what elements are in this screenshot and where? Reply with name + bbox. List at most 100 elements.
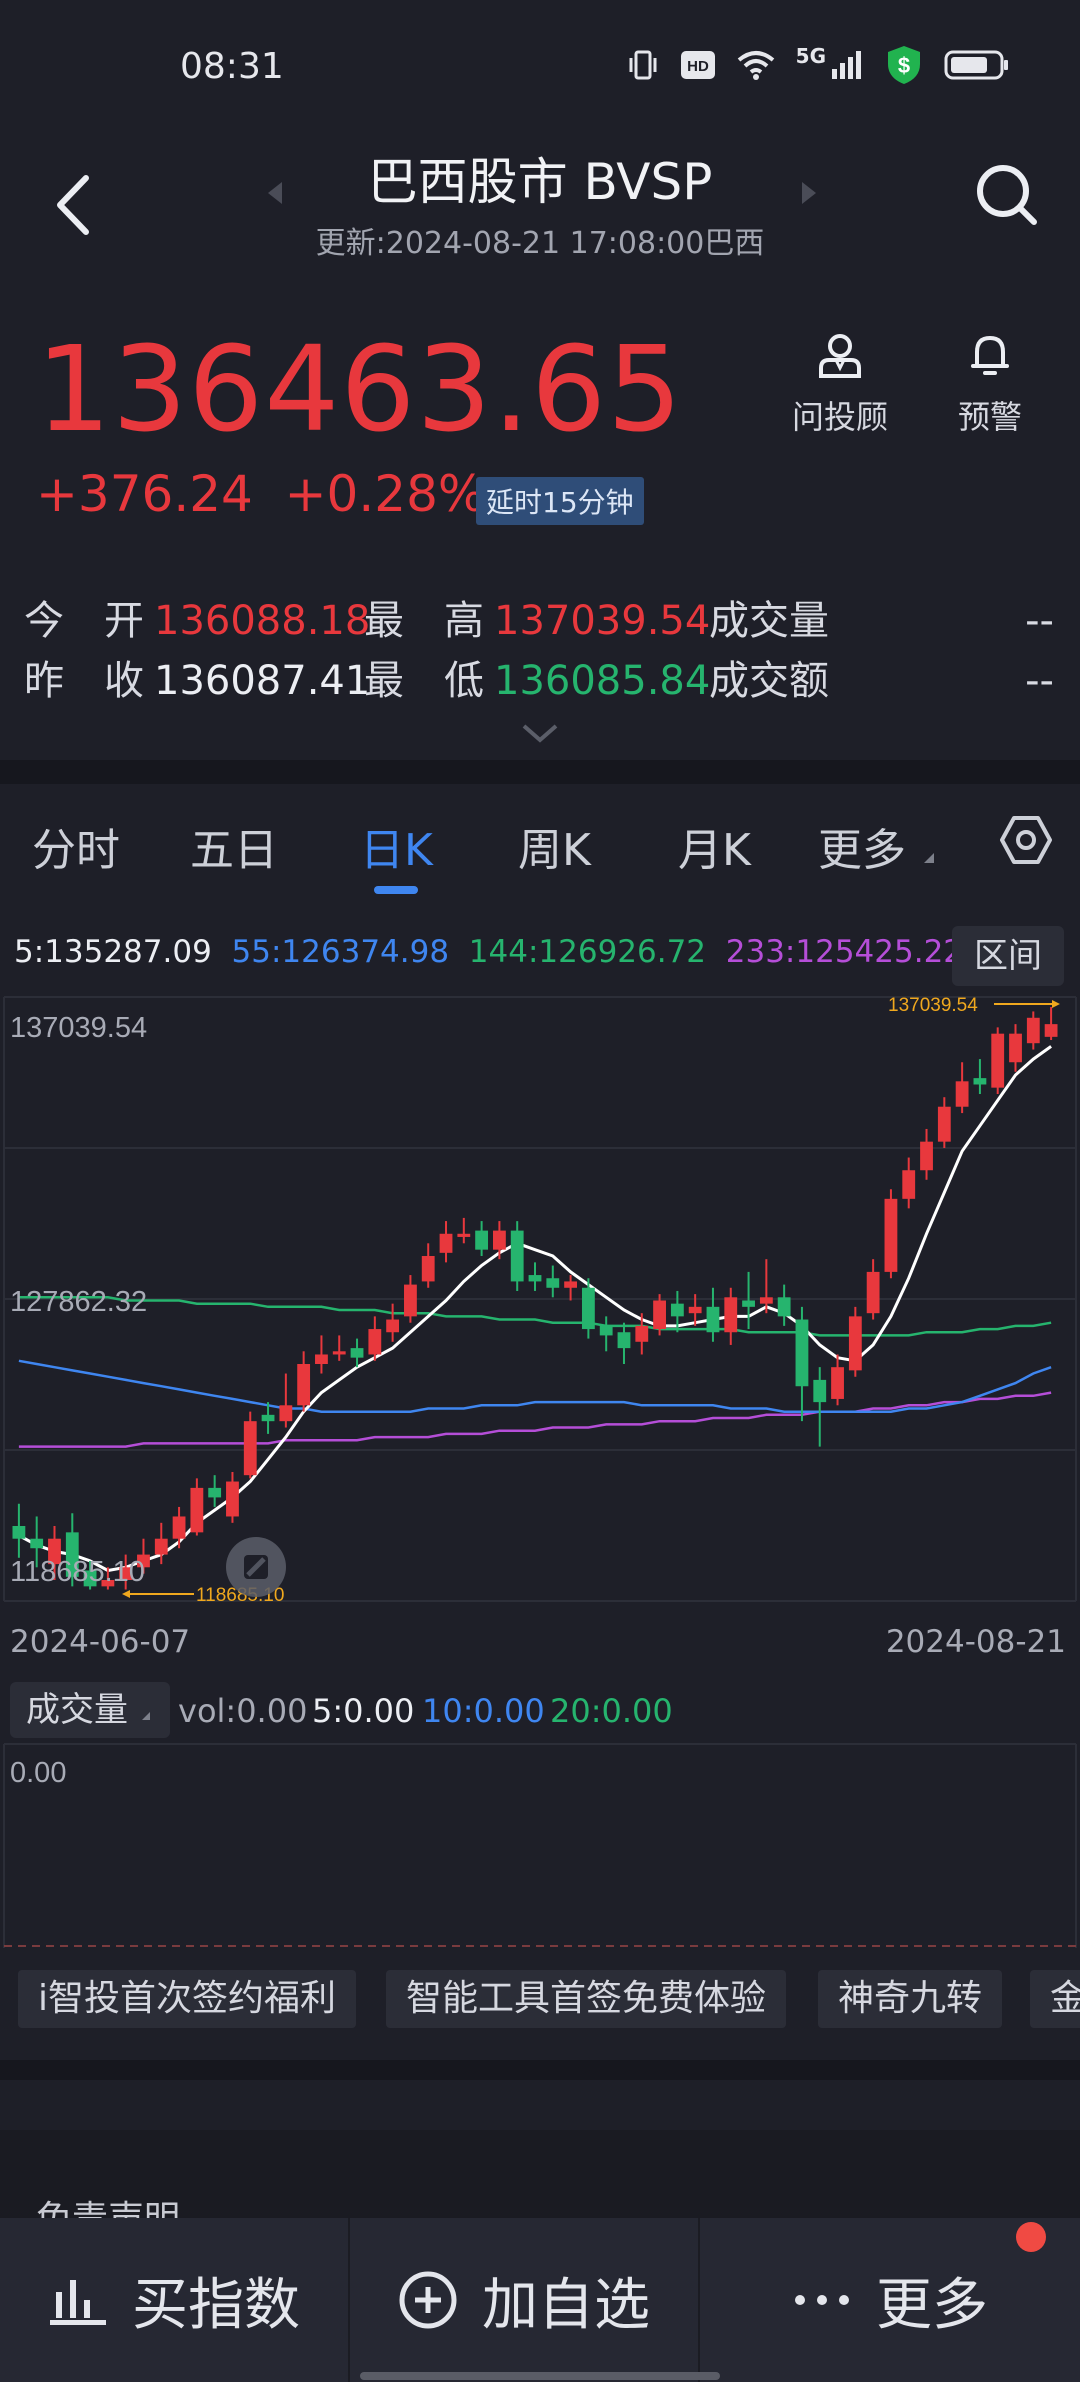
tab-daily-k[interactable]: 日K bbox=[360, 814, 433, 878]
next-index-button[interactable] bbox=[800, 180, 818, 210]
volume-legend: 成交量 vol:0.00 5:0.00 10:0.00 20:0.00 bbox=[0, 1680, 1080, 1740]
status-bar: 08:31 HD 5G $ bbox=[0, 0, 1080, 130]
candle-up bbox=[368, 1329, 382, 1355]
volume-indicator-selector[interactable]: 成交量 bbox=[10, 1682, 170, 1738]
advisor-button[interactable]: 问投顾 bbox=[780, 330, 900, 438]
hd-icon: HD bbox=[680, 51, 715, 79]
vol-value: vol:0.00 bbox=[178, 1692, 308, 1730]
candle-up bbox=[866, 1271, 880, 1314]
small-triangle-icon bbox=[924, 853, 934, 863]
small-triangle-icon bbox=[141, 1712, 150, 1720]
ma55-value: 55:126374.98 bbox=[231, 934, 450, 970]
ma5-value: 5:135287.09 bbox=[14, 934, 212, 970]
wifi-icon bbox=[737, 51, 774, 80]
candle-down bbox=[546, 1278, 560, 1288]
promo-chip-more[interactable]: 金 bbox=[1030, 1970, 1080, 2028]
tab-more[interactable]: 更多 bbox=[818, 814, 936, 878]
prev-close-label: 昨 收 bbox=[24, 658, 144, 704]
candle-up bbox=[243, 1421, 257, 1476]
buy-index-label: 买指数 bbox=[132, 2272, 300, 2338]
candle-down bbox=[475, 1230, 489, 1250]
plus-circle-icon bbox=[399, 2271, 457, 2329]
ma233-value: 233:125425.22 bbox=[725, 934, 964, 970]
promo-chip-smart-tools[interactable]: 智能工具首签免费体验 bbox=[386, 1970, 787, 2028]
candle-down bbox=[706, 1306, 720, 1333]
promo-chip-nine-turns[interactable]: 神奇九转 bbox=[818, 1970, 1003, 2028]
network-type: 5G bbox=[795, 44, 826, 68]
candle-up bbox=[457, 1233, 471, 1237]
change-value: +376.24 bbox=[36, 465, 253, 523]
candle-up bbox=[279, 1405, 293, 1422]
prev-close-value: 136087.41 bbox=[154, 658, 371, 704]
chart-settings-button[interactable] bbox=[998, 812, 1054, 872]
candlestick-chart-svg: 137039.54 127862.32 118685.10 137039.54 … bbox=[3, 995, 1077, 1606]
tab-weekly-k[interactable]: 周K bbox=[518, 814, 591, 878]
candle-up bbox=[190, 1487, 204, 1533]
header: 巴西股市 BVSP 更新:2024-08-21 17:08:00巴西 bbox=[0, 130, 1080, 280]
delay-badge: 延时15分钟 bbox=[476, 477, 644, 525]
tab-intraday[interactable]: 分时 bbox=[32, 814, 120, 878]
search-icon bbox=[977, 165, 1037, 225]
candle-up bbox=[332, 1351, 346, 1355]
tab-more-label: 更多 bbox=[818, 825, 906, 876]
alert-button[interactable]: 预警 bbox=[930, 330, 1050, 438]
vol-ma20-value: 20:0.00 bbox=[550, 1692, 673, 1730]
bell-icon bbox=[971, 336, 1009, 375]
promo-chip-smart-invest[interactable]: i智投首次签约福利 bbox=[18, 1970, 357, 2028]
candle-up bbox=[1026, 1017, 1040, 1044]
candle-up bbox=[955, 1081, 969, 1107]
candle-down bbox=[617, 1332, 631, 1349]
candle-up bbox=[759, 1297, 773, 1304]
range-button[interactable]: 区间 bbox=[952, 926, 1064, 986]
vibrate-icon bbox=[629, 50, 657, 80]
tab-monthly-k[interactable]: 月K bbox=[678, 814, 751, 878]
candle-up bbox=[1009, 1033, 1022, 1063]
candle-up bbox=[297, 1364, 311, 1406]
y-axis-top-label: 137039.54 bbox=[10, 1012, 147, 1044]
moving-average-legend: 5:135287.09 55:126374.98 144:126926.72 2… bbox=[14, 934, 963, 970]
home-indicator bbox=[360, 2372, 720, 2380]
high-value: 137039.54 bbox=[494, 598, 711, 644]
candle-down bbox=[30, 1538, 44, 1549]
candle-up bbox=[172, 1516, 186, 1539]
active-tab-indicator bbox=[374, 886, 418, 894]
candle-up bbox=[884, 1198, 898, 1272]
ma233-line bbox=[18, 1391, 1052, 1448]
candle-up bbox=[724, 1297, 738, 1333]
candle-up bbox=[902, 1170, 916, 1199]
signal-icon bbox=[832, 51, 861, 79]
svg-text:$: $ bbox=[898, 53, 910, 78]
period-tabs: 分时 五日 日K 周K 月K 更多 bbox=[0, 784, 1080, 904]
expand-stats-button[interactable] bbox=[518, 720, 562, 750]
x-axis-start-label: 2024-06-07 bbox=[10, 1624, 191, 1660]
candle-up bbox=[564, 1281, 577, 1288]
candle-down bbox=[777, 1297, 791, 1317]
candlestick-chart[interactable]: 137039.54 127862.32 118685.10 137039.54 … bbox=[0, 995, 1080, 1615]
buy-index-button[interactable]: 买指数 bbox=[0, 2218, 348, 2382]
add-watchlist-button[interactable]: 加自选 bbox=[350, 2218, 698, 2382]
candle-up bbox=[154, 1538, 168, 1555]
candle-up bbox=[831, 1367, 844, 1399]
candle-up bbox=[920, 1141, 933, 1171]
volume-selector-label: 成交量 bbox=[26, 1690, 128, 1730]
settings-hexagon-icon bbox=[1000, 816, 1052, 864]
candle-up bbox=[1044, 1024, 1058, 1037]
price-change: +376.24 +0.28% bbox=[36, 465, 485, 523]
draw-tool-button[interactable] bbox=[226, 1537, 286, 1597]
search-button[interactable] bbox=[972, 160, 1042, 230]
candle-up bbox=[404, 1284, 417, 1317]
section-divider bbox=[0, 2060, 1080, 2080]
candle-down bbox=[528, 1275, 542, 1282]
tab-five-day[interactable]: 五日 bbox=[190, 814, 278, 878]
candle-up bbox=[226, 1481, 239, 1517]
candle-up bbox=[493, 1230, 506, 1250]
candle-up bbox=[635, 1325, 649, 1342]
chevron-down-icon bbox=[522, 724, 558, 743]
candle-up bbox=[688, 1306, 702, 1314]
chart-grid bbox=[3, 996, 1077, 1602]
security-shield-icon: $ bbox=[888, 46, 920, 84]
vol-ma5-value: 5:0.00 bbox=[312, 1692, 415, 1730]
volume-chart[interactable]: 0.00 bbox=[0, 1742, 1080, 1952]
candle-down bbox=[510, 1230, 524, 1282]
candle-down bbox=[813, 1379, 827, 1403]
